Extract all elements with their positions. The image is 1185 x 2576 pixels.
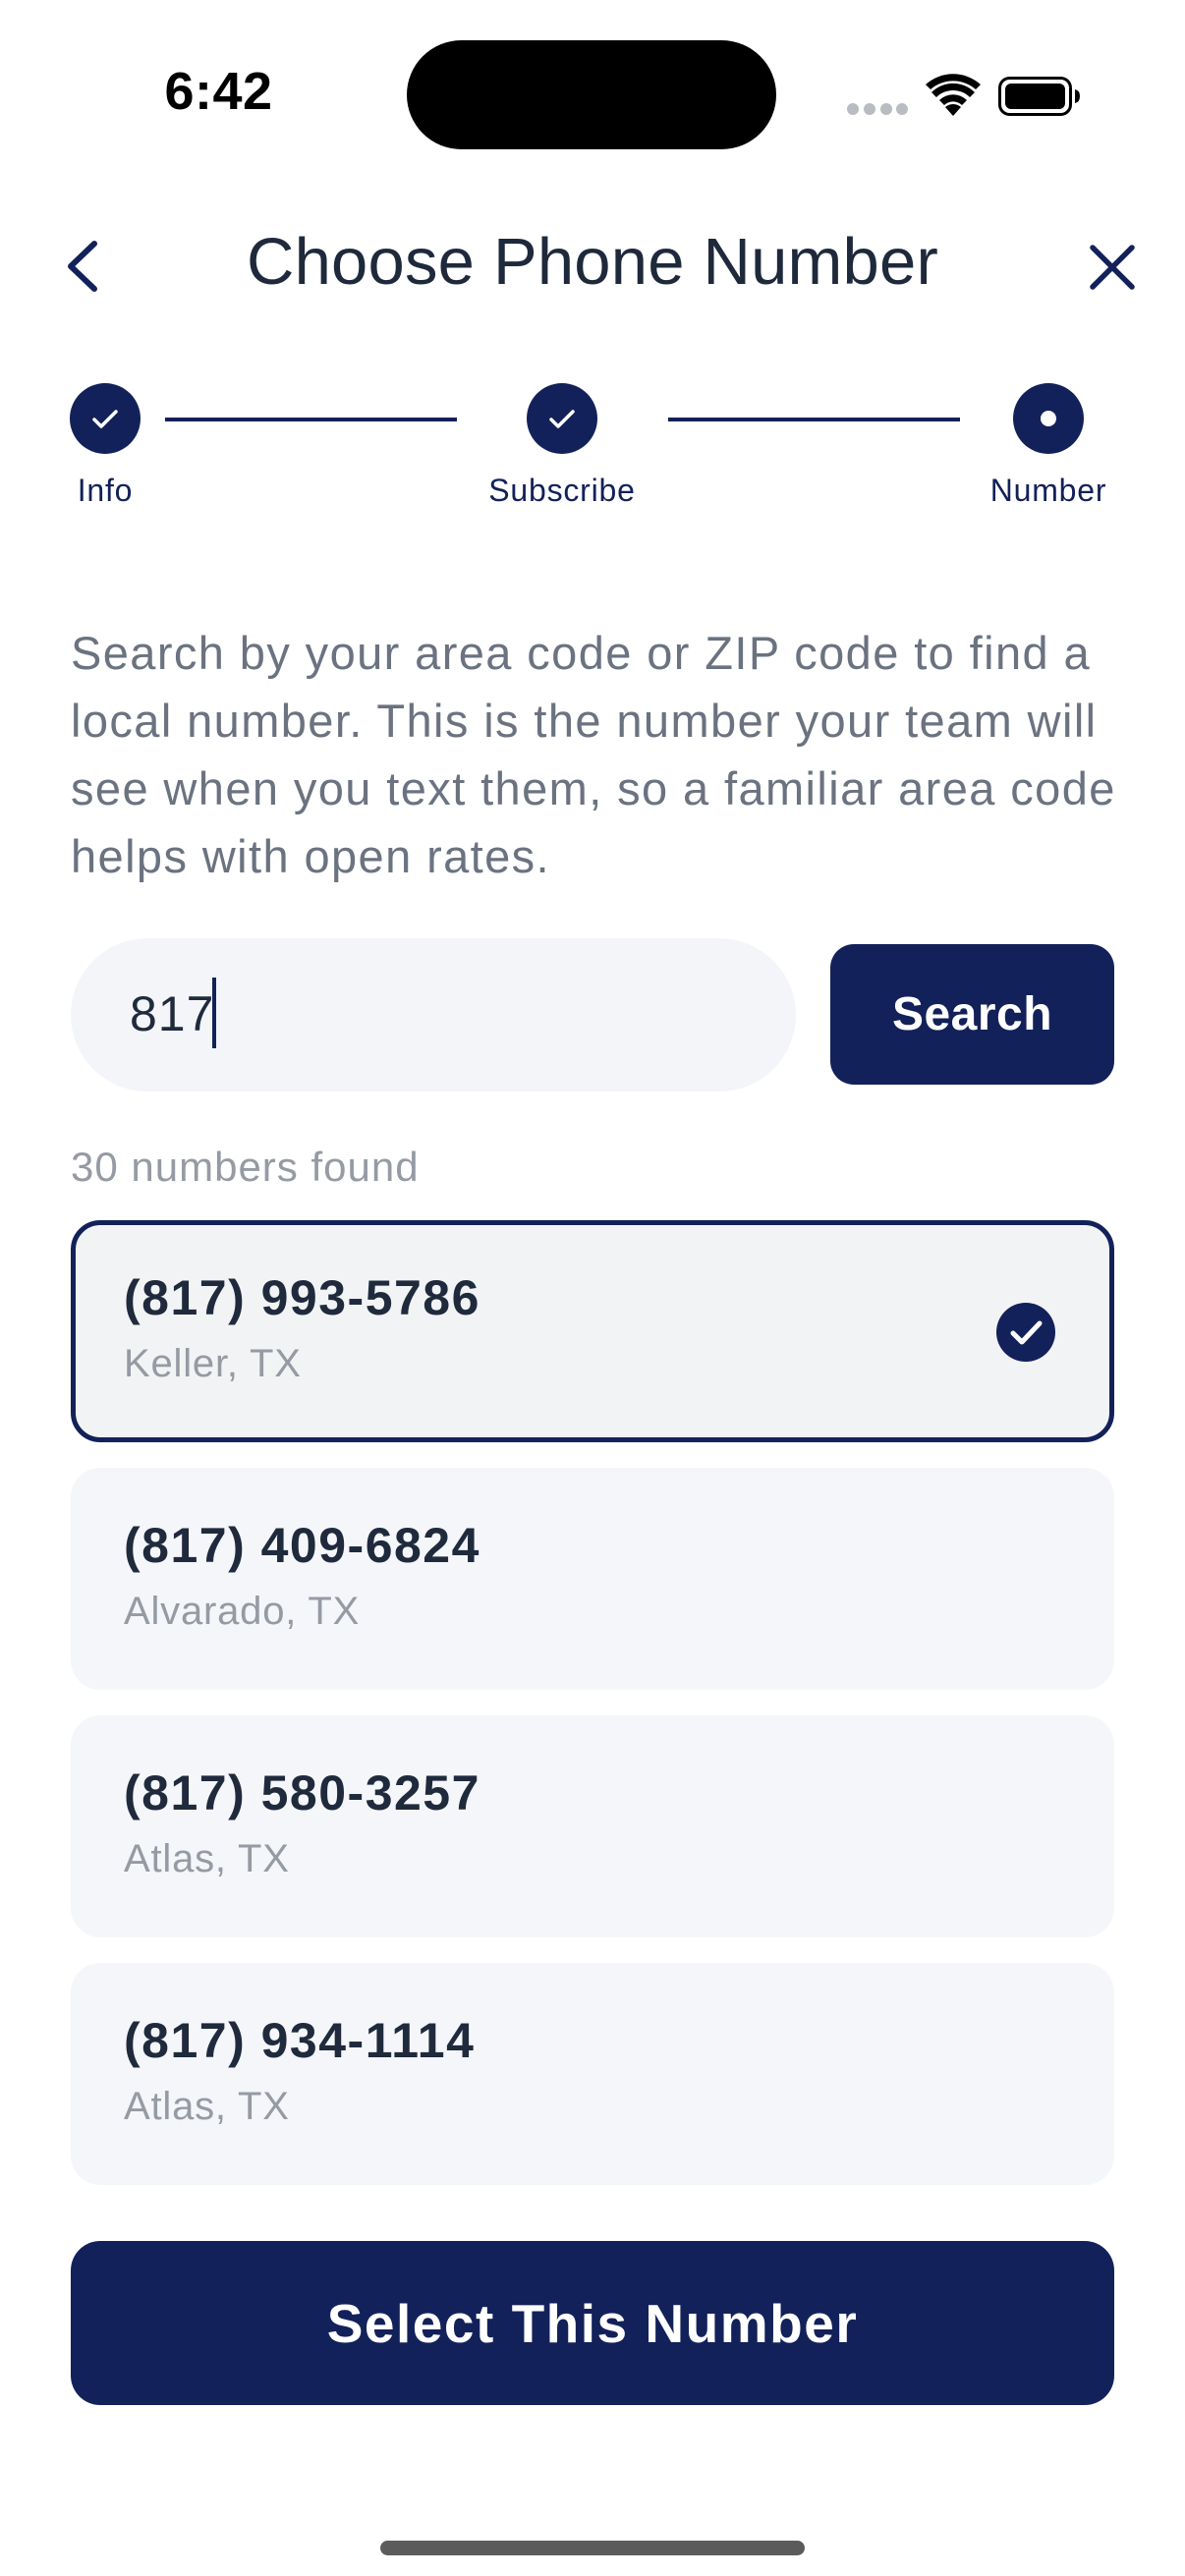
- step-number-current: [1013, 383, 1084, 454]
- check-icon: [549, 410, 575, 428]
- step-subscribe-complete: [527, 383, 597, 454]
- phone-number-option[interactable]: (817) 409-6824 Alvarado, TX: [71, 1468, 1114, 1690]
- phone-number: (817) 934-1114: [124, 2013, 476, 2068]
- phone-number: (817) 409-6824: [124, 1518, 480, 1573]
- select-number-button[interactable]: Select This Number: [71, 2241, 1114, 2405]
- page-title: Choose Phone Number: [247, 225, 938, 299]
- step-label-subscribe: Subscribe: [488, 473, 636, 508]
- phone-location: Alvarado, TX: [124, 1590, 361, 1633]
- battery-icon: [998, 77, 1080, 116]
- current-dot-icon: [1041, 411, 1056, 426]
- results-count: 30 numbers found: [71, 1144, 420, 1190]
- phone-location: Atlas, TX: [124, 2085, 290, 2128]
- phone-number: (817) 993-5786: [124, 1270, 480, 1325]
- cellular-signal-icon: [847, 103, 908, 115]
- dynamic-island: [407, 40, 776, 149]
- step-connector: [668, 418, 960, 421]
- home-indicator[interactable]: [380, 2541, 805, 2555]
- step-info-complete: [70, 383, 141, 454]
- wifi-icon: [926, 74, 981, 116]
- phone-number-option[interactable]: (817) 580-3257 Atlas, TX: [71, 1715, 1114, 1937]
- phone-number-option[interactable]: (817) 934-1114 Atlas, TX: [71, 1963, 1114, 2185]
- step-connector: [165, 418, 457, 421]
- search-input-value: 817: [130, 986, 215, 1041]
- text-cursor: [212, 978, 216, 1048]
- phone-location: Keller, TX: [124, 1342, 302, 1385]
- check-icon: [92, 410, 118, 428]
- back-chevron-icon[interactable]: [59, 234, 108, 299]
- phone-number: (817) 580-3257: [124, 1765, 480, 1820]
- instructions-text: Search by your area code or ZIP code to …: [71, 627, 1116, 882]
- step-label-number: Number: [989, 473, 1107, 508]
- phone-location: Atlas, TX: [124, 1837, 290, 1880]
- step-label-info: Info: [77, 473, 134, 508]
- close-icon[interactable]: [1085, 240, 1140, 295]
- selected-check-icon: [996, 1303, 1055, 1362]
- phone-number-option[interactable]: (817) 993-5786 Keller, TX: [71, 1220, 1114, 1442]
- search-button[interactable]: Search: [830, 944, 1114, 1085]
- status-time: 6:42: [164, 62, 273, 121]
